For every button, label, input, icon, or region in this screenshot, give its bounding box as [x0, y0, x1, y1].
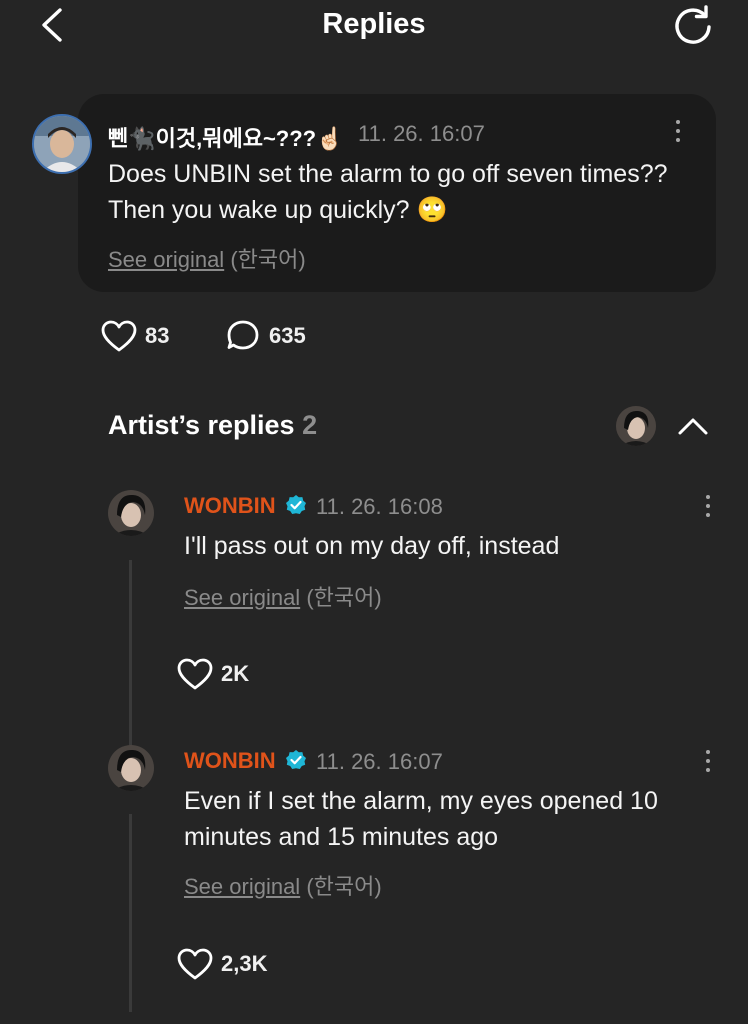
post-like-button[interactable]: 83 [100, 316, 180, 356]
reply-like-button[interactable]: 2,3K [176, 944, 276, 984]
artist-replies-label: Artist’s replies [108, 410, 295, 440]
post-author[interactable]: 뻰🐈‍⬛이것,뭐에요~???☝🏻 [108, 121, 344, 153]
reply-more-options-icon[interactable] [698, 746, 718, 776]
post-like-count: 83 [145, 323, 170, 348]
post-comment-count: 635 [269, 323, 306, 348]
see-original-link[interactable]: See original [184, 585, 300, 610]
reply-author[interactable]: WONBIN [184, 748, 307, 774]
reply-author-name: WONBIN [184, 748, 276, 773]
fan-avatar[interactable] [32, 114, 92, 174]
reply-see-original: See original (한국어) [184, 869, 382, 901]
reply-like-count: 2,3K [221, 951, 268, 976]
comment-bubble-icon [227, 320, 259, 350]
artist-avatar-image [108, 490, 154, 536]
collapse-replies-button[interactable] [672, 408, 714, 444]
thread-line [129, 814, 132, 1012]
reply-avatar[interactable] [108, 745, 154, 791]
fan-avatar-image [34, 116, 90, 172]
heart-icon [177, 658, 213, 690]
reply-text: Even if I set the alarm, my eyes opened … [184, 787, 658, 851]
reply-see-original: See original (한국어) [184, 580, 382, 612]
refresh-icon [675, 5, 711, 44]
artist-avatar-image [616, 406, 656, 446]
original-language: (한국어) [230, 247, 306, 272]
reply-like-count: 2K [221, 661, 250, 686]
chevron-up-icon [678, 418, 708, 435]
artist-avatar-small[interactable] [616, 406, 656, 446]
post-more-options-icon[interactable] [668, 116, 688, 146]
see-original-link[interactable]: See original [108, 247, 224, 272]
reply-more-options-icon[interactable] [698, 491, 718, 521]
verified-badge-icon [286, 495, 307, 514]
reply-timestamp: 11. 26. 16:08 [316, 494, 443, 519]
reply-timestamp: 11. 26. 16:07 [316, 749, 443, 774]
verified-badge-icon [286, 750, 307, 769]
reply-like-button[interactable]: 2K [176, 654, 266, 694]
page-title: Replies [322, 8, 426, 40]
artist-replies-title: Artist’s replies 2 [108, 410, 317, 441]
refresh-button[interactable] [670, 2, 718, 48]
post-text: Does UNBIN set the alarm to go off seven… [108, 160, 668, 224]
original-language: (한국어) [306, 874, 382, 899]
heart-icon [101, 320, 137, 352]
original-language: (한국어) [306, 585, 382, 610]
thread-line [129, 560, 132, 756]
reply-author[interactable]: WONBIN [184, 493, 307, 519]
post-see-original: See original (한국어) [108, 242, 306, 274]
reply-text: I'll pass out on my day off, instead [184, 532, 560, 560]
artist-replies-count: 2 [302, 410, 318, 440]
artist-avatar-image [108, 745, 154, 791]
see-original-link[interactable]: See original [184, 874, 300, 899]
heart-icon [177, 948, 213, 980]
post-timestamp: 11. 26. 16:07 [358, 121, 485, 146]
post-comment-button[interactable]: 635 [225, 316, 320, 356]
reply-avatar[interactable] [108, 490, 154, 536]
reply-author-name: WONBIN [184, 493, 276, 518]
